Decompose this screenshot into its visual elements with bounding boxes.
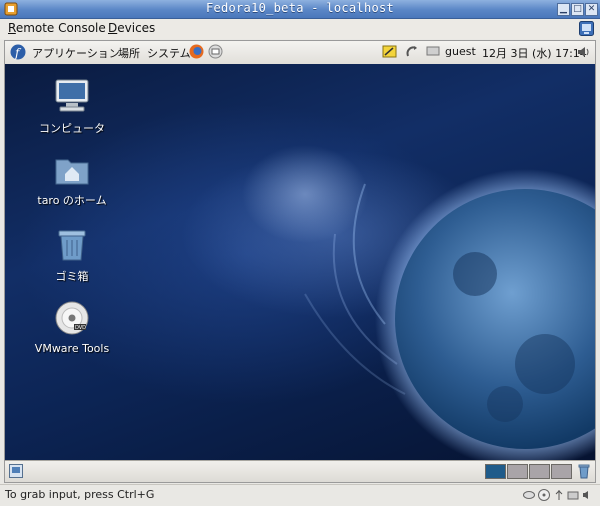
- desktop-icon-computer[interactable]: コンピュータ: [22, 78, 122, 136]
- menu-devices[interactable]: Devices: [108, 21, 155, 35]
- menu-applications[interactable]: アプリケーション: [32, 45, 120, 61]
- menu-devices-label: Devices: [108, 21, 156, 35]
- desktop-icon-vmware-tools[interactable]: DVD VMware Tools: [22, 300, 122, 355]
- usb-status-icon[interactable]: [553, 489, 565, 501]
- update-icon[interactable]: [405, 44, 420, 59]
- firefox-icon[interactable]: [189, 44, 204, 59]
- dvd-icon: DVD: [55, 301, 89, 335]
- guest-bottom-panel: [5, 460, 595, 482]
- menubar: Remote Console Devices: [0, 19, 600, 39]
- trash-icon: [58, 230, 86, 261]
- window-titlebar[interactable]: Fedora10_beta - localhost ▁ □ ✕: [0, 0, 600, 19]
- menu-remote-console-label: Remote Console: [8, 21, 106, 35]
- statusbar: To grab input, press Ctrl+G: [0, 484, 600, 506]
- status-message: To grab input, press Ctrl+G: [5, 488, 155, 501]
- guest-top-panel: f アプリケーション 場所 システム guest 12月 3日 (水) 17:1…: [5, 41, 595, 65]
- workspace-4[interactable]: [551, 464, 572, 479]
- workspace-2[interactable]: [507, 464, 528, 479]
- maximize-button[interactable]: □: [571, 3, 584, 16]
- network-status-icon[interactable]: [567, 489, 579, 501]
- fedora-logo-icon[interactable]: f: [10, 44, 26, 60]
- hdd-status-icon[interactable]: [523, 489, 535, 501]
- user-name[interactable]: guest: [445, 45, 476, 58]
- desktop-icon-home[interactable]: taro のホーム: [22, 154, 122, 208]
- network-icon[interactable]: [426, 45, 440, 57]
- menu-places[interactable]: 場所: [118, 45, 140, 61]
- mail-icon[interactable]: [208, 44, 223, 59]
- close-button[interactable]: ✕: [585, 3, 598, 16]
- desktop-icon-home-label: taro のホーム: [37, 194, 107, 207]
- menu-system[interactable]: システム: [147, 45, 191, 61]
- home-folder-icon: [55, 159, 89, 185]
- menu-remote-console[interactable]: Remote Console: [8, 21, 106, 35]
- volume-icon[interactable]: [577, 45, 591, 59]
- desktop[interactable]: コンピュータ taro のホーム ゴミ箱 DVD VMware Tools: [5, 64, 595, 460]
- audio-status-icon[interactable]: [582, 489, 594, 501]
- computer-icon: [55, 79, 89, 112]
- desktop-icon-trash[interactable]: ゴミ箱: [22, 228, 122, 284]
- workspace-1[interactable]: [485, 464, 506, 479]
- cdrom-status-icon[interactable]: [538, 489, 550, 501]
- fit-guest-icon[interactable]: [579, 21, 594, 36]
- svg-text:DVD: DVD: [75, 325, 86, 331]
- show-desktop-icon[interactable]: [9, 464, 23, 478]
- notes-icon[interactable]: [382, 44, 397, 59]
- workspace-3[interactable]: [529, 464, 550, 479]
- guest-screen[interactable]: f アプリケーション 場所 システム guest 12月 3日 (水) 17:1…: [4, 40, 596, 483]
- trash-applet-icon[interactable]: [577, 464, 591, 479]
- desktop-icon-vmware-tools-label: VMware Tools: [34, 342, 110, 355]
- window-title: Fedora10_beta - localhost: [205, 1, 395, 15]
- clock[interactable]: 12月 3日 (水) 17:14: [482, 45, 587, 61]
- desktop-icon-trash-label: ゴミ箱: [55, 270, 89, 283]
- desktop-icon-computer-label: コンピュータ: [39, 122, 105, 135]
- minimize-button[interactable]: ▁: [557, 3, 570, 16]
